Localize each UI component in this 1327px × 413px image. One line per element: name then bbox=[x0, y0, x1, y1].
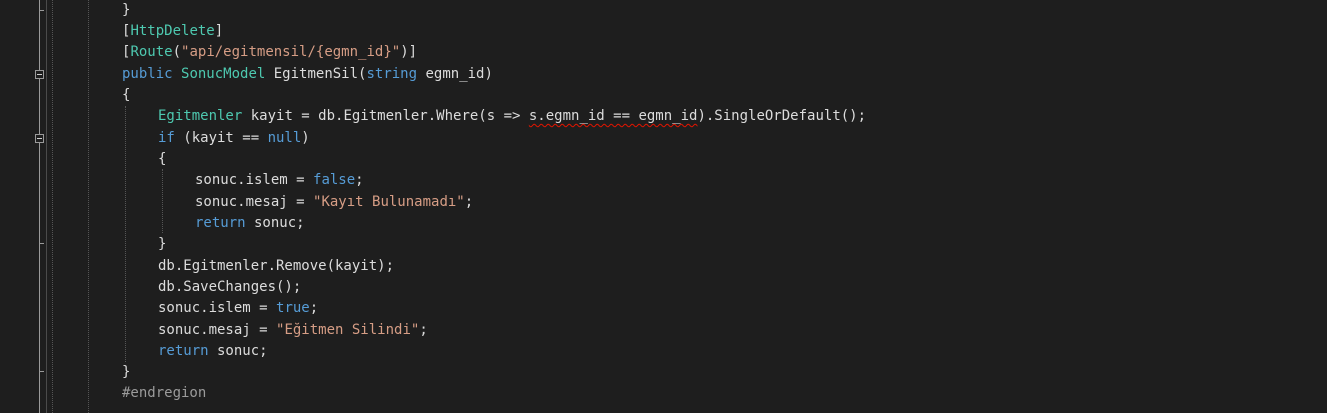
code-line[interactable]: return sonuc; bbox=[195, 213, 305, 234]
type-name: SonucModel bbox=[181, 66, 266, 82]
code-line[interactable]: { bbox=[122, 85, 130, 106]
fold-end-marker bbox=[39, 243, 44, 244]
code-line[interactable]: sonuc.islem = false; bbox=[195, 170, 364, 191]
indent-guide bbox=[162, 169, 163, 233]
code-token: db.Egitmenler.Remove(kayit); bbox=[158, 258, 395, 274]
string-literal: "api/egitmensil/{egmn_id}" bbox=[181, 44, 401, 60]
keyword: null bbox=[267, 130, 302, 146]
code-token: ) bbox=[301, 130, 310, 146]
code-token: { bbox=[158, 151, 167, 167]
code-line[interactable]: sonuc.mesaj = "Kayıt Bulunamadı"; bbox=[195, 192, 473, 213]
code-line[interactable]: db.SaveChanges(); bbox=[158, 277, 301, 298]
keyword: if bbox=[158, 130, 175, 146]
code-token: } bbox=[122, 364, 131, 380]
type-name: Egitmenler bbox=[158, 108, 243, 124]
indent-guide bbox=[88, 0, 89, 413]
code-token: db.SaveChanges(); bbox=[158, 279, 302, 295]
code-line[interactable]: } bbox=[122, 0, 130, 21]
code-editor[interactable]: } [HttpDelete] [Route("api/egitmensil/{e… bbox=[0, 0, 1327, 413]
method-name: EgitmenSil( bbox=[265, 66, 367, 82]
code-token: sonuc.islem = bbox=[195, 172, 314, 188]
code-line[interactable]: [Route("api/egitmensil/{egmn_id}")] bbox=[122, 42, 417, 63]
code-token: ; bbox=[419, 322, 428, 338]
code-token: (kayit == bbox=[174, 130, 268, 146]
error-squiggle[interactable]: s.egmn_id == egmn_id bbox=[529, 108, 698, 124]
code-token: )] bbox=[400, 44, 418, 60]
collapse-icon[interactable] bbox=[35, 134, 44, 143]
code-token: } bbox=[122, 2, 131, 18]
code-line[interactable]: #endregion bbox=[122, 383, 206, 404]
code-line[interactable]: if (kayit == null) bbox=[158, 128, 310, 149]
code-token: sonuc.mesaj = bbox=[195, 194, 314, 210]
fold-line bbox=[39, 143, 40, 413]
code-token: ] bbox=[214, 23, 224, 39]
attribute-name: Route bbox=[130, 44, 173, 60]
code-token: sonuc; bbox=[245, 215, 305, 231]
preprocessor-directive: #endregion bbox=[122, 385, 207, 401]
code-token: ; bbox=[355, 172, 364, 188]
indent-guide bbox=[52, 0, 53, 413]
code-token: ; bbox=[464, 194, 474, 210]
fold-line bbox=[39, 79, 40, 134]
code-token: ( bbox=[172, 44, 182, 60]
keyword: return bbox=[195, 215, 246, 231]
indent-guide bbox=[125, 106, 126, 362]
code-token: sonuc.islem = bbox=[158, 300, 277, 316]
keyword: string bbox=[366, 66, 418, 82]
code-line[interactable]: sonuc.islem = true; bbox=[158, 298, 318, 319]
fold-end-marker bbox=[39, 371, 44, 372]
code-line[interactable]: db.Egitmenler.Remove(kayit); bbox=[158, 256, 394, 277]
code-token: { bbox=[122, 87, 131, 103]
string-literal: "Eğitmen Silindi" bbox=[276, 322, 420, 338]
code-line[interactable]: } bbox=[158, 234, 166, 255]
keyword: public bbox=[122, 66, 173, 82]
code-line[interactable]: return sonuc; bbox=[158, 341, 268, 362]
code-line[interactable]: { bbox=[158, 149, 166, 170]
outlining-margin bbox=[46, 0, 47, 413]
keyword: true bbox=[276, 300, 310, 316]
code-token: ).SingleOrDefault(); bbox=[697, 108, 867, 124]
code-token: sonuc.mesaj = bbox=[158, 322, 277, 338]
keyword: false bbox=[313, 172, 356, 188]
code-line[interactable]: sonuc.mesaj = "Eğitmen Silindi"; bbox=[158, 320, 428, 341]
code-line[interactable]: public SonucModel EgitmenSil(string egmn… bbox=[122, 64, 493, 85]
code-line[interactable]: [HttpDelete] bbox=[122, 21, 223, 42]
code-line[interactable]: } bbox=[122, 362, 130, 383]
code-token: ; bbox=[309, 300, 319, 316]
fold-end-marker bbox=[39, 10, 44, 11]
code-token: sonuc; bbox=[208, 343, 268, 359]
code-token: } bbox=[158, 236, 167, 252]
keyword: return bbox=[158, 343, 209, 359]
string-literal: "Kayıt Bulunamadı" bbox=[313, 194, 465, 210]
code-token: egmn_id) bbox=[417, 66, 493, 82]
code-line[interactable]: Egitmenler kayit = db.Egitmenler.Where(s… bbox=[158, 106, 866, 127]
code-token: kayit = db.Egitmenler.Where(s => bbox=[242, 108, 529, 124]
collapse-icon[interactable] bbox=[35, 70, 44, 79]
attribute-name: HttpDelete bbox=[130, 23, 215, 39]
